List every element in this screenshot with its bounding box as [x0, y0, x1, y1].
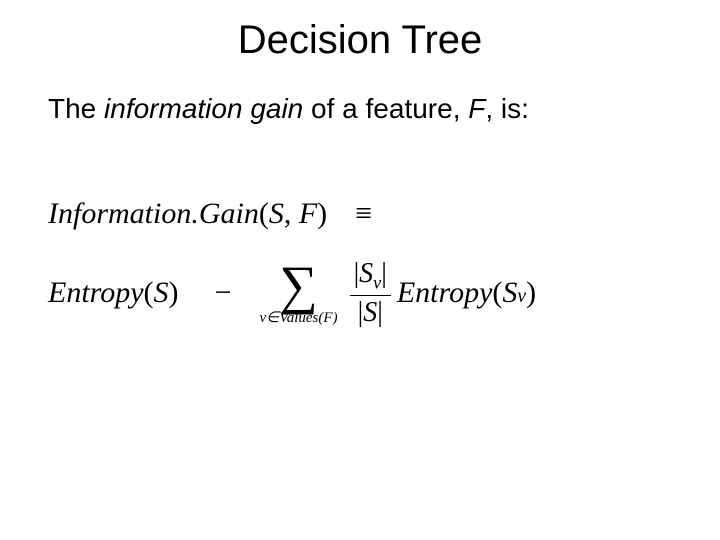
sum-sub-values: Values [279, 310, 318, 326]
body-text: The information gain of a feature, F, is… [40, 91, 680, 127]
formula: Information.Gain(S, F) ≡ Entropy(S) − ∑ … [40, 197, 680, 327]
args2-close: ) [169, 276, 179, 310]
minus-symbol: − [215, 276, 232, 310]
fn-entropy-1: Entropy [48, 276, 144, 310]
num-bar2: | [381, 258, 387, 289]
sum-sub-in: ∈ [266, 310, 279, 326]
fn-information-gain: Information.Gain [48, 197, 259, 231]
body-mid: of a feature, [303, 93, 468, 124]
args1: (S, F) [259, 197, 327, 231]
body-suffix: , is: [485, 93, 529, 124]
body-italic-term: information gain [104, 93, 303, 124]
den-bar2: | [377, 297, 383, 328]
equiv-symbol: ≡ [355, 197, 372, 231]
formula-line-2: Entropy(S) − ∑ v∈Values(F) |Sv| |S| Ent [48, 259, 680, 327]
args2-open: ( [144, 276, 154, 310]
summation: ∑ v∈Values(F) [259, 261, 337, 327]
sum-sub-close: ) [333, 310, 338, 326]
entropy-s: Entropy(S) [48, 276, 179, 310]
den-s: S [363, 297, 377, 328]
args3-s: S [502, 276, 517, 310]
fraction-numerator: |Sv| [350, 259, 391, 293]
entropy-sv: Entropy(Sv) [397, 276, 536, 310]
sigma-symbol: ∑ [279, 261, 318, 310]
args1-close: ) [317, 197, 327, 230]
fraction-denominator: |S| [354, 298, 387, 327]
sum-sub-f: F [323, 310, 332, 326]
args2-s: S [154, 276, 169, 310]
num-s: S [359, 258, 373, 289]
fraction-bar [350, 295, 391, 296]
formula-line-1: Information.Gain(S, F) ≡ [48, 197, 680, 231]
sum-subscript: v∈Values(F) [259, 311, 337, 326]
args1-s: S [269, 197, 284, 230]
args3-close: ) [526, 276, 536, 310]
body-prefix: The [48, 93, 104, 124]
args1-open: ( [259, 197, 269, 230]
fn-entropy-2: Entropy [397, 276, 493, 310]
args3-open: ( [492, 276, 502, 310]
fraction: |Sv| |S| [350, 259, 391, 327]
slide-title: Decision Tree [40, 18, 680, 63]
args1-comma: , [284, 197, 299, 230]
body-italic-var: F [468, 93, 485, 124]
args1-f: F [299, 197, 317, 230]
slide: Decision Tree The information gain of a … [0, 0, 720, 540]
args3-sub: v [517, 286, 526, 308]
